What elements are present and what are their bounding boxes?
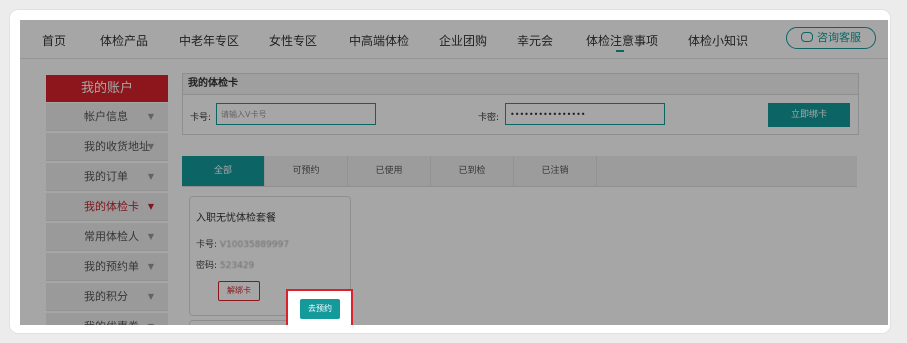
caret-down-icon: ▼ bbox=[147, 262, 154, 271]
caret-down-icon: ▼ bbox=[147, 232, 154, 241]
sidebar-item-points[interactable]: 我的积分 ▼ bbox=[46, 283, 168, 311]
sidebar-item-label: 我的积分 bbox=[84, 290, 128, 303]
card-password-label: 卡密: bbox=[478, 113, 500, 123]
exam-card-number-value: V10035889997 bbox=[219, 240, 290, 250]
caret-down-icon: ▼ bbox=[147, 142, 154, 151]
caret-down-icon: ▼ bbox=[148, 313, 154, 325]
reserve-button[interactable]: 去预约 bbox=[300, 299, 340, 319]
sidebar-item-shipping-address[interactable]: 我的收货地址 ▼ bbox=[46, 133, 168, 161]
caret-down-icon: ▼ bbox=[147, 112, 154, 121]
sidebar-item-frequent-examinees[interactable]: 常用体检人 ▼ bbox=[46, 223, 168, 251]
nav-xingyuan-club[interactable]: 幸元会 bbox=[517, 32, 553, 49]
caret-down-icon: ▼ bbox=[147, 202, 154, 211]
top-nav: 首页 体检产品 中老年专区 女性专区 中高端体检 企业团购 幸元会 体检注意事项… bbox=[20, 20, 888, 59]
sidebar-item-coupons[interactable]: 我的优惠券 ▼ bbox=[46, 313, 168, 325]
page: 首页 体检产品 中老年专区 女性专区 中高端体检 企业团购 幸元会 体检注意事项… bbox=[20, 20, 888, 325]
sidebar-item-label: 帐户信息 bbox=[84, 110, 128, 123]
nav-women-zone[interactable]: 女性专区 bbox=[269, 32, 317, 49]
exam-card-title: 入职无忧体检套餐 bbox=[196, 213, 276, 224]
card-number-label: 卡号: bbox=[190, 113, 212, 123]
card-binding-header: 我的体检卡 bbox=[183, 74, 858, 95]
exam-card-number-row: 卡号: V10035889997 bbox=[196, 237, 289, 250]
tab-used[interactable]: 已使用 bbox=[348, 156, 431, 186]
card-password-input[interactable]: •••••••••••••••• bbox=[505, 103, 665, 125]
exam-card-number-label: 卡号: bbox=[196, 240, 218, 250]
sidebar-item-label: 我的预约单 bbox=[84, 260, 139, 273]
card-number-input[interactable]: 请输入V卡号 bbox=[216, 103, 376, 125]
nav-exam-notes[interactable]: 体检注意事项 bbox=[586, 32, 658, 49]
nav-active-indicator bbox=[616, 50, 624, 52]
sidebar-item-label: 常用体检人 bbox=[84, 230, 139, 243]
unbind-card-button[interactable]: 解绑卡 bbox=[218, 281, 260, 301]
tab-reservable[interactable]: 可预约 bbox=[265, 156, 348, 186]
highlight-box: 去预约 bbox=[286, 289, 353, 325]
tab-cancelled[interactable]: 已注销 bbox=[514, 156, 597, 186]
nav-premium-exam[interactable]: 中高端体检 bbox=[349, 32, 409, 49]
card-binding-title: 我的体检卡 bbox=[188, 78, 238, 89]
nav-senior-zone[interactable]: 中老年专区 bbox=[179, 32, 239, 49]
sidebar-item-label: 我的订单 bbox=[84, 170, 128, 183]
sidebar-item-exam-cards[interactable]: 我的体检卡 ▼ bbox=[46, 193, 168, 221]
caret-down-icon: ▼ bbox=[147, 172, 154, 181]
sidebar-item-label: 我的优惠券 bbox=[84, 313, 139, 325]
sidebar-item-account-info[interactable]: 帐户信息 ▼ bbox=[46, 103, 168, 131]
exam-card-password-value: 523429 bbox=[219, 261, 255, 271]
card-status-tabs: 全部 可预约 已使用 已到检 已注销 bbox=[182, 156, 857, 187]
nav-exam-products[interactable]: 体检产品 bbox=[100, 32, 148, 49]
consult-label: 咨询客服 bbox=[817, 31, 861, 44]
nav-exam-tips[interactable]: 体检小知识 bbox=[688, 32, 748, 49]
sidebar-item-appointments[interactable]: 我的预约单 ▼ bbox=[46, 253, 168, 281]
chat-icon bbox=[801, 32, 813, 42]
bind-card-button[interactable]: 立即绑卡 bbox=[768, 103, 850, 127]
tab-checked-in[interactable]: 已到检 bbox=[431, 156, 514, 186]
caret-down-icon: ▼ bbox=[147, 292, 154, 301]
sidebar-item-orders[interactable]: 我的订单 ▼ bbox=[46, 163, 168, 191]
nav-home[interactable]: 首页 bbox=[42, 32, 66, 49]
sidebar-title: 我的账户 bbox=[46, 75, 168, 102]
sidebar-item-label: 我的体检卡 bbox=[84, 200, 139, 213]
consult-service-button[interactable]: 咨询客服 bbox=[786, 27, 876, 49]
sidebar-item-label: 我的收货地址 bbox=[84, 140, 150, 153]
nav-group-purchase[interactable]: 企业团购 bbox=[439, 32, 487, 49]
exam-card-password-row: 密码: 523429 bbox=[196, 258, 254, 271]
tab-all[interactable]: 全部 bbox=[182, 156, 265, 186]
exam-card-password-label: 密码: bbox=[196, 261, 218, 271]
